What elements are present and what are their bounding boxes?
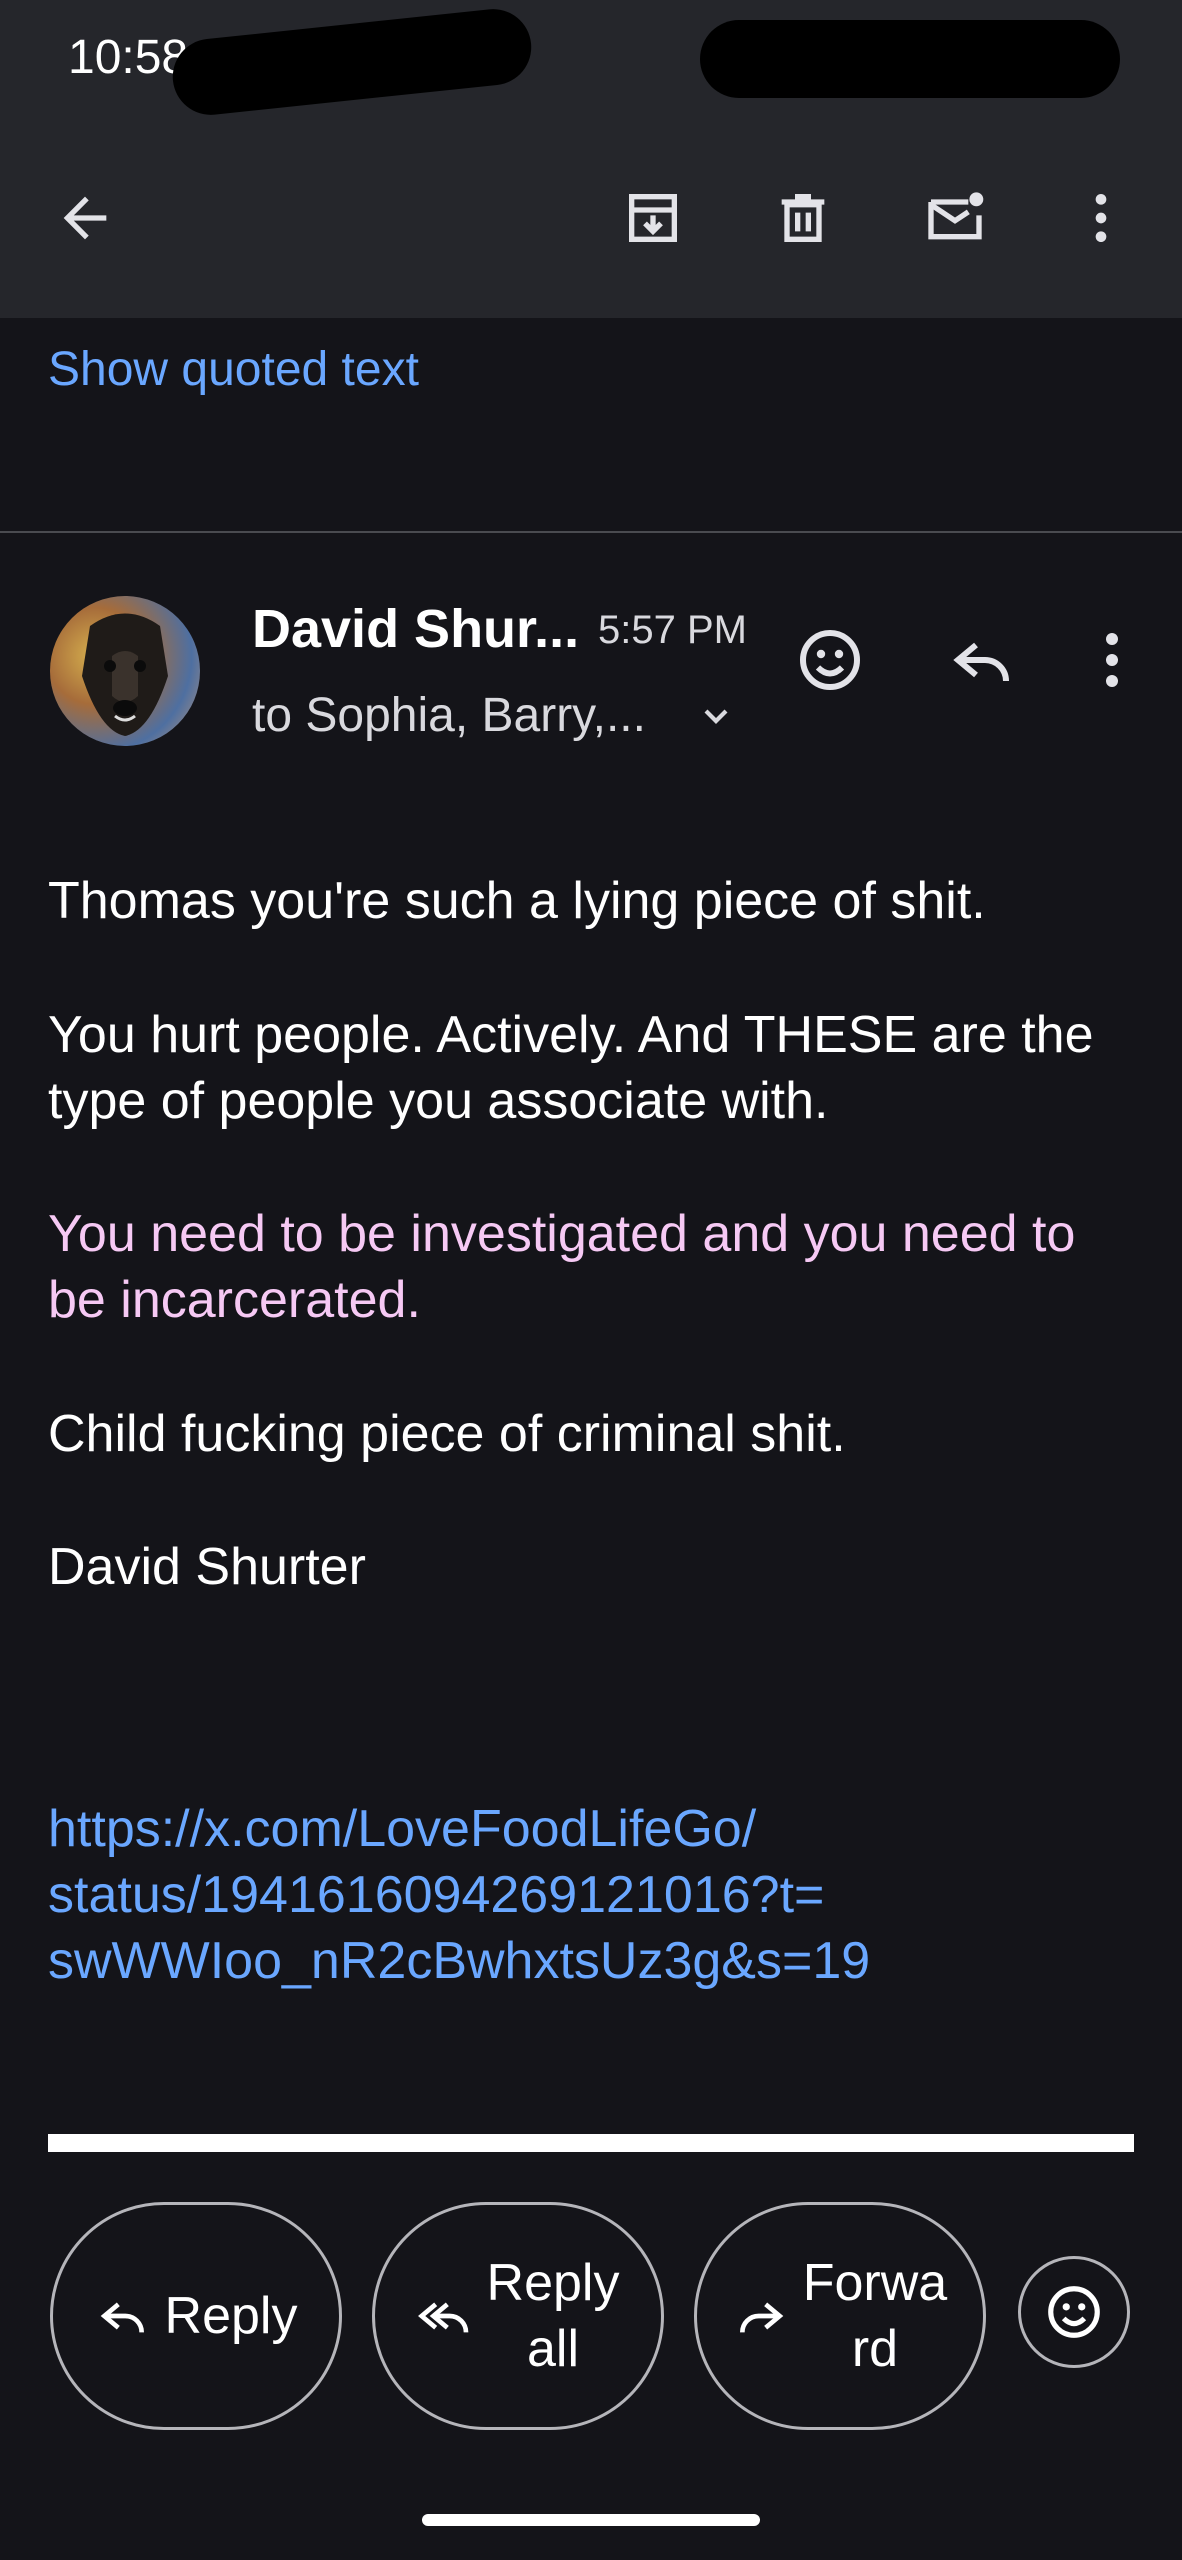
reply-icon [100,2302,144,2333]
reply-label: Reply [164,2287,298,2345]
redaction-mark [700,20,1120,98]
status-bar-time: 10:58 [68,31,189,84]
reply-button[interactable]: Reply [50,2202,342,2430]
message-divider [0,531,1182,533]
reply-all-label: Reply all [487,2250,620,2382]
forward-label: Forwa rd [803,2250,947,2382]
message-paragraph: Thomas you're such a lying piece of shit… [48,872,986,930]
link-line: https://x.com/LoveFoodLifeGo/ [48,1800,757,1858]
sender-name: David Shur... [252,599,580,659]
chevron-down-icon[interactable] [696,696,736,736]
recipients-summary[interactable]: to Sophia, Barry,... [252,688,646,743]
forward-label-line: rd [851,2320,899,2378]
reply-all-icon [417,2302,468,2333]
arrow-left-icon [63,196,107,240]
message-time: 5:57 PM [598,608,747,652]
more-options-button[interactable] [1056,173,1146,263]
forward-button[interactable]: Forwa rd [694,2202,986,2430]
message-link[interactable]: https://x.com/LoveFoodLifeGo/ status/194… [48,1796,1128,1994]
message-paragraph: You need to be investigated and you need… [48,1205,1076,1329]
show-quoted-text-link[interactable]: Show quoted text [48,342,419,397]
message-paragraph: Child fucking piece of criminal shit. [48,1405,846,1463]
mark-unread-button[interactable] [910,173,1000,263]
reply-icon-button[interactable] [942,620,1022,700]
trash-icon [781,194,825,242]
message-signature: David Shurter [48,1538,366,1596]
message-more-button[interactable] [1072,620,1152,700]
archive-button[interactable] [608,173,698,263]
home-indicator[interactable] [422,2514,760,2526]
emoji-icon [800,630,860,690]
forward-label-line: Forwa [802,2254,948,2312]
content-separator-bar [48,2134,1134,2152]
forward-icon [739,2302,784,2333]
mail-unread-icon [928,192,984,240]
reply-all-button[interactable]: Reply all [372,2202,664,2430]
back-button[interactable] [40,173,130,263]
sender-avatar[interactable] [50,596,200,746]
reply-icon [953,642,1009,682]
delete-button[interactable] [758,173,848,263]
reply-all-label-line: Reply [486,2254,620,2312]
archive-icon [629,194,677,242]
more-vert-icon [1095,194,1107,242]
add-reaction-button[interactable] [790,620,870,700]
react-emoji-button[interactable] [1018,2256,1130,2368]
reply-all-label-line: all [526,2320,579,2378]
emoji-icon [1048,2286,1100,2338]
link-line: swWWIoo_nR2cBwhxtsUz3g&s=19 [48,1932,871,1990]
dog-photo [82,613,168,736]
link-line: status/1941616094269121016?t= [48,1866,825,1924]
more-vert-icon [1106,633,1118,687]
message-paragraph: You hurt people. Actively. And THESE are… [48,1006,1094,1130]
